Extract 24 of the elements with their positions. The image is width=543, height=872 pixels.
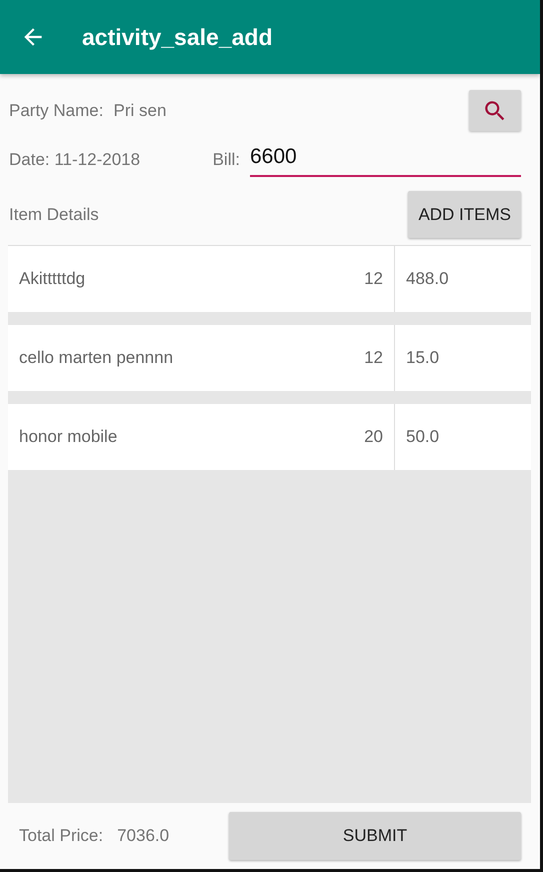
total-price-value: 7036.0 bbox=[117, 826, 170, 846]
item-price: 488.0 bbox=[406, 269, 449, 289]
item-card[interactable]: Akitttttdg 12 488.0 bbox=[8, 246, 531, 312]
item-card[interactable]: honor mobile 20 50.0 bbox=[8, 404, 531, 470]
bill-label: Bill: bbox=[212, 150, 240, 170]
search-button[interactable] bbox=[469, 90, 521, 131]
item-name: cello marten pennnn bbox=[19, 348, 174, 368]
bill-input-field[interactable]: 6600 bbox=[250, 143, 521, 177]
add-items-button[interactable]: ADD ITEMS bbox=[408, 191, 521, 238]
item-name: honor mobile bbox=[19, 427, 118, 447]
item-price: 50.0 bbox=[406, 427, 440, 447]
item-price: 15.0 bbox=[406, 348, 440, 368]
date-label: Date: 11-12-2018 bbox=[9, 150, 142, 170]
item-quantity: 12 bbox=[364, 269, 383, 289]
item-card[interactable]: cello marten pennnn 12 15.0 bbox=[8, 325, 531, 391]
submit-button[interactable]: SUBMIT bbox=[229, 812, 521, 860]
item-details-label: Item Details bbox=[9, 204, 99, 224]
item-quantity: 20 bbox=[364, 427, 383, 447]
party-name-value: Pri sen bbox=[113, 100, 166, 120]
item-quantity: 12 bbox=[364, 348, 383, 368]
screen-title: activity_sale_add bbox=[82, 24, 273, 50]
party-name-label: Party Name: bbox=[9, 100, 104, 120]
item-name: Akitttttdg bbox=[19, 269, 86, 289]
total-price-label: Total Price: bbox=[19, 826, 104, 846]
